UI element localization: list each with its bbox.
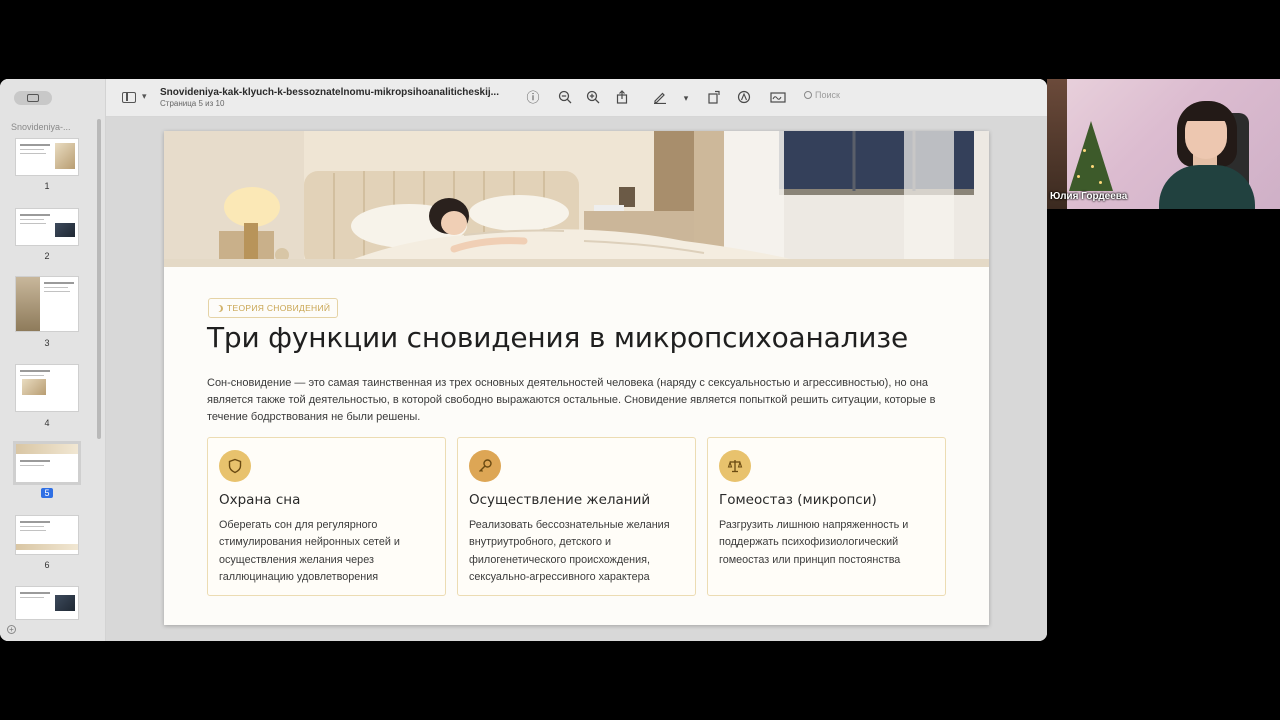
card-text: Разгрузить лишнюю напряженность и поддер…: [719, 519, 909, 566]
thumbnail-label: 2: [44, 251, 50, 261]
sidebar-document-title: Snovideniya-...: [11, 122, 71, 132]
thumbnail-label: 1: [44, 181, 50, 191]
sidebar-icon: [27, 94, 39, 102]
thumbnail-page-7[interactable]: [16, 587, 78, 619]
preview-window: Snovideniya-... 1 2 3 4 5 6 + ▾ Snoviden…: [0, 79, 1047, 641]
sidebar-icon[interactable]: [122, 92, 136, 103]
participant-name: Юлия Гордеева: [1050, 191, 1128, 202]
christmas-tree: [1069, 121, 1113, 191]
thumbnail-sidebar: Snovideniya-... 1 2 3 4 5 6 +: [0, 79, 106, 641]
search-field[interactable]: Поиск: [804, 90, 840, 100]
function-card-homeostasis: Гомеостаз (микропси) Разгрузить лишнюю н…: [707, 437, 946, 596]
toolbar: ▾ Snovideniya-kak-klyuch-k-bessoznatelno…: [106, 79, 1047, 117]
section-tag-label: ТЕОРИЯ СНОВИДЕНИЙ: [227, 303, 331, 313]
key-icon: [469, 450, 501, 482]
section-tag: ТЕОРИЯ СНОВИДЕНИЙ: [208, 298, 339, 318]
zoom-in-icon[interactable]: [585, 90, 601, 106]
participant-video[interactable]: Юлия Гордеева: [1047, 79, 1280, 209]
thumbnail-label: 6: [44, 560, 50, 570]
card-title: Гомеостаз (микропси): [719, 492, 877, 508]
shield-icon: [219, 450, 251, 482]
zoom-out-icon[interactable]: [557, 90, 573, 106]
function-card-sleep: Охрана сна Оберегать сон для регулярного…: [207, 437, 446, 596]
sidebar-scrollbar[interactable]: [97, 119, 101, 439]
thumbnail-page-4[interactable]: [16, 365, 78, 411]
search-placeholder: Поиск: [815, 90, 840, 100]
participant-fringe: [1183, 105, 1231, 121]
thumbnail-label: 4: [44, 418, 50, 428]
bookshelf: [1047, 79, 1067, 209]
card-title: Охрана сна: [219, 492, 301, 508]
card-title: Осуществление желаний: [469, 492, 651, 508]
thumbnail-page-1[interactable]: [16, 139, 78, 175]
card-text: Оберегать сон для регулярного стимулиров…: [219, 519, 400, 583]
chevron-down-icon[interactable]: ▾: [142, 91, 147, 102]
search-icon: [804, 91, 812, 99]
sidebar-view-toggle[interactable]: [14, 91, 52, 105]
thumbnail-label: 3: [44, 338, 50, 348]
pdf-page: ТЕОРИЯ СНОВИДЕНИЙ Три функции сновидения…: [164, 131, 989, 625]
thumbnail-page-5[interactable]: [16, 444, 78, 482]
info-icon[interactable]: ⓘ: [525, 90, 541, 106]
add-page-icon[interactable]: +: [7, 625, 16, 634]
moon-icon: [216, 305, 223, 312]
page-indicator: Страница 5 из 10: [160, 99, 225, 108]
slide-title: Три функции сновидения в микропсихоанали…: [207, 321, 908, 354]
scales-icon: [719, 450, 751, 482]
chevron-down-icon[interactable]: ▾: [678, 90, 694, 106]
function-card-wishes: Осуществление желаний Реализовать бессоз…: [457, 437, 696, 596]
card-text: Реализовать бессознательные желания внут…: [469, 519, 670, 583]
document-title: Snovideniya-kak-klyuch-k-bessoznatelnomu…: [160, 87, 499, 98]
share-icon[interactable]: [614, 90, 630, 106]
signature-icon[interactable]: [770, 90, 786, 106]
rotate-icon[interactable]: [706, 90, 722, 106]
thumbnail-page-3[interactable]: [16, 277, 78, 331]
document-canvas[interactable]: ТЕОРИЯ СНОВИДЕНИЙ Три функции сновидения…: [106, 117, 1047, 641]
thumbnail-label-current: 5: [16, 488, 78, 498]
thumbnail-page-6[interactable]: [16, 516, 78, 554]
markup-pen-icon[interactable]: [652, 90, 668, 106]
thumbnail-page-2[interactable]: [16, 209, 78, 245]
intro-paragraph: Сон-сновидение — это самая таинственная …: [207, 377, 936, 423]
bedroom-illustration: [164, 131, 989, 267]
highlight-icon[interactable]: [736, 90, 752, 106]
